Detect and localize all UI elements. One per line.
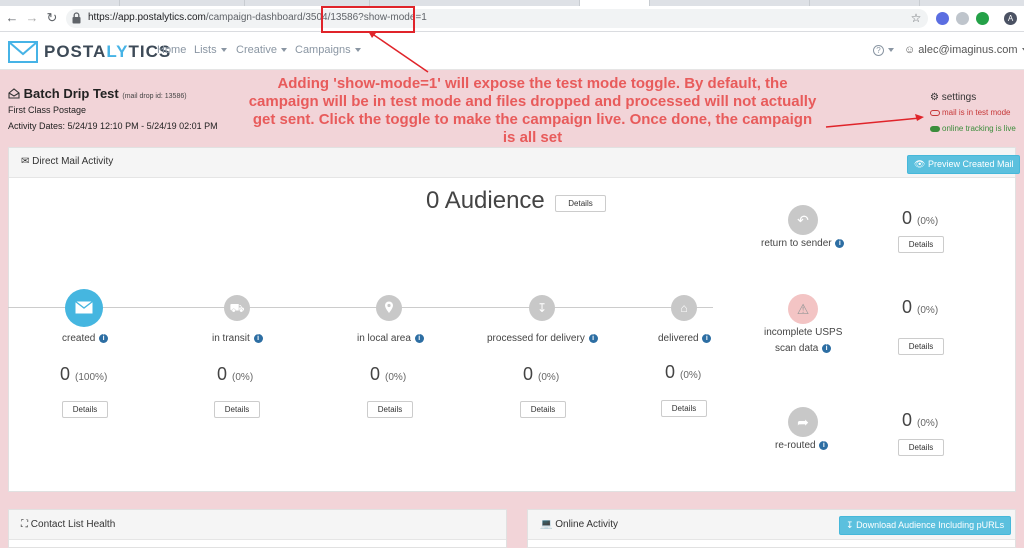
stage-count-re-routed: 0 (0%) xyxy=(902,410,939,430)
stage-timeline xyxy=(8,307,713,308)
brand-logo[interactable]: POSTALYTICS xyxy=(44,42,171,62)
medkit-icon: ⛶ xyxy=(21,519,28,530)
toggle-off-icon xyxy=(930,109,940,116)
stage-label-in-local-area: in local area i xyxy=(357,333,424,344)
details-button-created[interactable]: Details xyxy=(62,401,108,418)
stage-count-in-transit: 0 (0%) xyxy=(217,364,254,384)
warning-icon: ⚠ xyxy=(788,294,818,324)
contact-list-health-panel: ⛶ Contact List Health xyxy=(8,509,507,548)
stage-label-incomplete-scan-line2: scan data i xyxy=(775,343,832,354)
stage-count-in-local-area: 0 (0%) xyxy=(370,364,407,384)
download-icon: ↧ xyxy=(529,295,555,321)
star-icon[interactable]: ☆ xyxy=(908,10,924,26)
panel-header: ⛶ Contact List Health xyxy=(9,510,506,540)
extension-icon[interactable] xyxy=(956,12,969,25)
online-tracking-toggle[interactable]: online tracking is live xyxy=(930,124,1016,133)
back-icon[interactable]: ← xyxy=(4,10,20,26)
download-audience-button[interactable]: ↧ Download Audience Including pURLs xyxy=(839,516,1012,535)
panel-header: ✉ Direct Mail Activity 👁 Preview Created… xyxy=(9,148,1021,178)
nav-home[interactable]: Home xyxy=(157,44,186,56)
online-activity-panel: 💻 Online Activity ↧ Download Audience In… xyxy=(527,509,1016,548)
download-icon: ↧ xyxy=(846,520,854,530)
info-icon[interactable]: i xyxy=(819,440,829,450)
nav-lists[interactable]: Lists xyxy=(194,44,227,56)
help-menu[interactable]: ? xyxy=(873,44,894,56)
info-icon[interactable]: i xyxy=(253,333,263,343)
details-button-delivered[interactable]: Details xyxy=(661,400,707,417)
envelope-open-icon xyxy=(8,88,20,99)
eye-icon: 👁 xyxy=(914,159,926,169)
settings-link[interactable]: ⚙ settings xyxy=(930,92,976,103)
details-button-return-to-sender[interactable]: Details xyxy=(898,236,944,253)
truck-icon: ⛟ xyxy=(224,295,250,321)
postage-type: First Class Postage xyxy=(8,105,87,115)
app-navbar: POSTALYTICS Home Lists Creative Campaign… xyxy=(0,32,1024,70)
lock-icon xyxy=(72,12,81,24)
stage-label-created: created i xyxy=(62,333,109,344)
details-button-re-routed[interactable]: Details xyxy=(898,439,944,456)
info-icon[interactable]: i xyxy=(702,333,712,343)
forward-icon[interactable]: → xyxy=(24,10,40,26)
stage-label-in-transit: in transit i xyxy=(212,333,263,344)
activity-dates: Activity Dates: 5/24/19 12:10 PM - 5/24/… xyxy=(8,121,218,131)
envelope-icon: ✉ xyxy=(21,156,30,167)
nav-creative[interactable]: Creative xyxy=(236,44,287,56)
info-icon[interactable]: i xyxy=(835,238,845,248)
envelope-logo-icon xyxy=(8,41,38,63)
campaign-title: Batch Drip Test (mail drop id: 13586) xyxy=(8,86,187,101)
annotation-arrow-head xyxy=(915,114,924,121)
stage-label-incomplete-scan: incomplete USPS xyxy=(764,327,843,338)
test-mode-toggle[interactable]: mail is in test mode xyxy=(930,108,1010,117)
stage-label-processed: processed for delivery i xyxy=(487,333,598,344)
audience-details-button[interactable]: Details xyxy=(555,195,606,212)
home-icon: ⌂ xyxy=(671,295,697,321)
profile-avatar[interactable]: A xyxy=(1004,12,1017,25)
panel-title: 💻 Online Activity xyxy=(540,519,619,530)
extension-icon[interactable] xyxy=(976,12,989,25)
nav-campaigns[interactable]: Campaigns xyxy=(295,44,361,56)
gear-icon: ⚙ xyxy=(930,92,939,103)
info-icon[interactable]: i xyxy=(99,333,109,343)
refresh-icon[interactable]: ↻ xyxy=(44,10,60,26)
info-icon[interactable]: i xyxy=(414,333,424,343)
panel-title: ✉ Direct Mail Activity xyxy=(21,156,114,167)
preview-mail-button[interactable]: 👁 Preview Created Mail xyxy=(907,155,1021,174)
details-button-processed[interactable]: Details xyxy=(520,401,566,418)
toggle-on-icon xyxy=(930,125,940,132)
stage-count-incomplete-scan: 0 (0%) xyxy=(902,297,939,317)
user-icon: ☺ xyxy=(904,44,916,56)
panel-header: 💻 Online Activity ↧ Download Audience In… xyxy=(528,510,1015,540)
stage-count-processed: 0 (0%) xyxy=(523,364,560,384)
reply-icon: ↶ xyxy=(788,205,818,235)
url-text: https://app.postalytics.com/campaign-das… xyxy=(88,12,427,23)
annotation-arrow-line xyxy=(825,117,921,128)
details-button-in-transit[interactable]: Details xyxy=(214,401,260,418)
stage-label-delivered: delivered i xyxy=(658,333,712,344)
info-icon[interactable]: i xyxy=(822,343,832,353)
stage-count-return-to-sender: 0 (0%) xyxy=(902,208,939,228)
user-menu[interactable]: ☺ alec@imaginus.com xyxy=(904,44,1024,56)
stage-count-created: 0 (100%) xyxy=(60,364,108,384)
panel-title: ⛶ Contact List Health xyxy=(21,519,116,530)
help-icon: ? xyxy=(873,45,884,56)
details-button-in-local-area[interactable]: Details xyxy=(367,401,413,418)
info-icon[interactable]: i xyxy=(588,333,598,343)
extension-icon[interactable] xyxy=(936,12,949,25)
audience-count: 0 Audience xyxy=(426,187,545,214)
laptop-icon: 💻 xyxy=(540,519,553,530)
stage-label-re-routed: re-routed i xyxy=(775,440,829,451)
url-field[interactable]: https://app.postalytics.com/campaign-das… xyxy=(66,9,928,28)
stage-count-delivered: 0 (0%) xyxy=(665,362,702,382)
details-button-incomplete-scan[interactable]: Details xyxy=(898,338,944,355)
map-pin-icon xyxy=(376,295,402,321)
browser-address-bar: ← → ↻ https://app.postalytics.com/campai… xyxy=(0,6,1024,32)
stage-label-return-to-sender: return to sender i xyxy=(761,238,845,249)
created-stage-icon xyxy=(65,289,103,327)
share-icon: ➦ xyxy=(788,407,818,437)
annotation-text: Adding 'show-mode=1' will expose the tes… xyxy=(248,75,817,146)
